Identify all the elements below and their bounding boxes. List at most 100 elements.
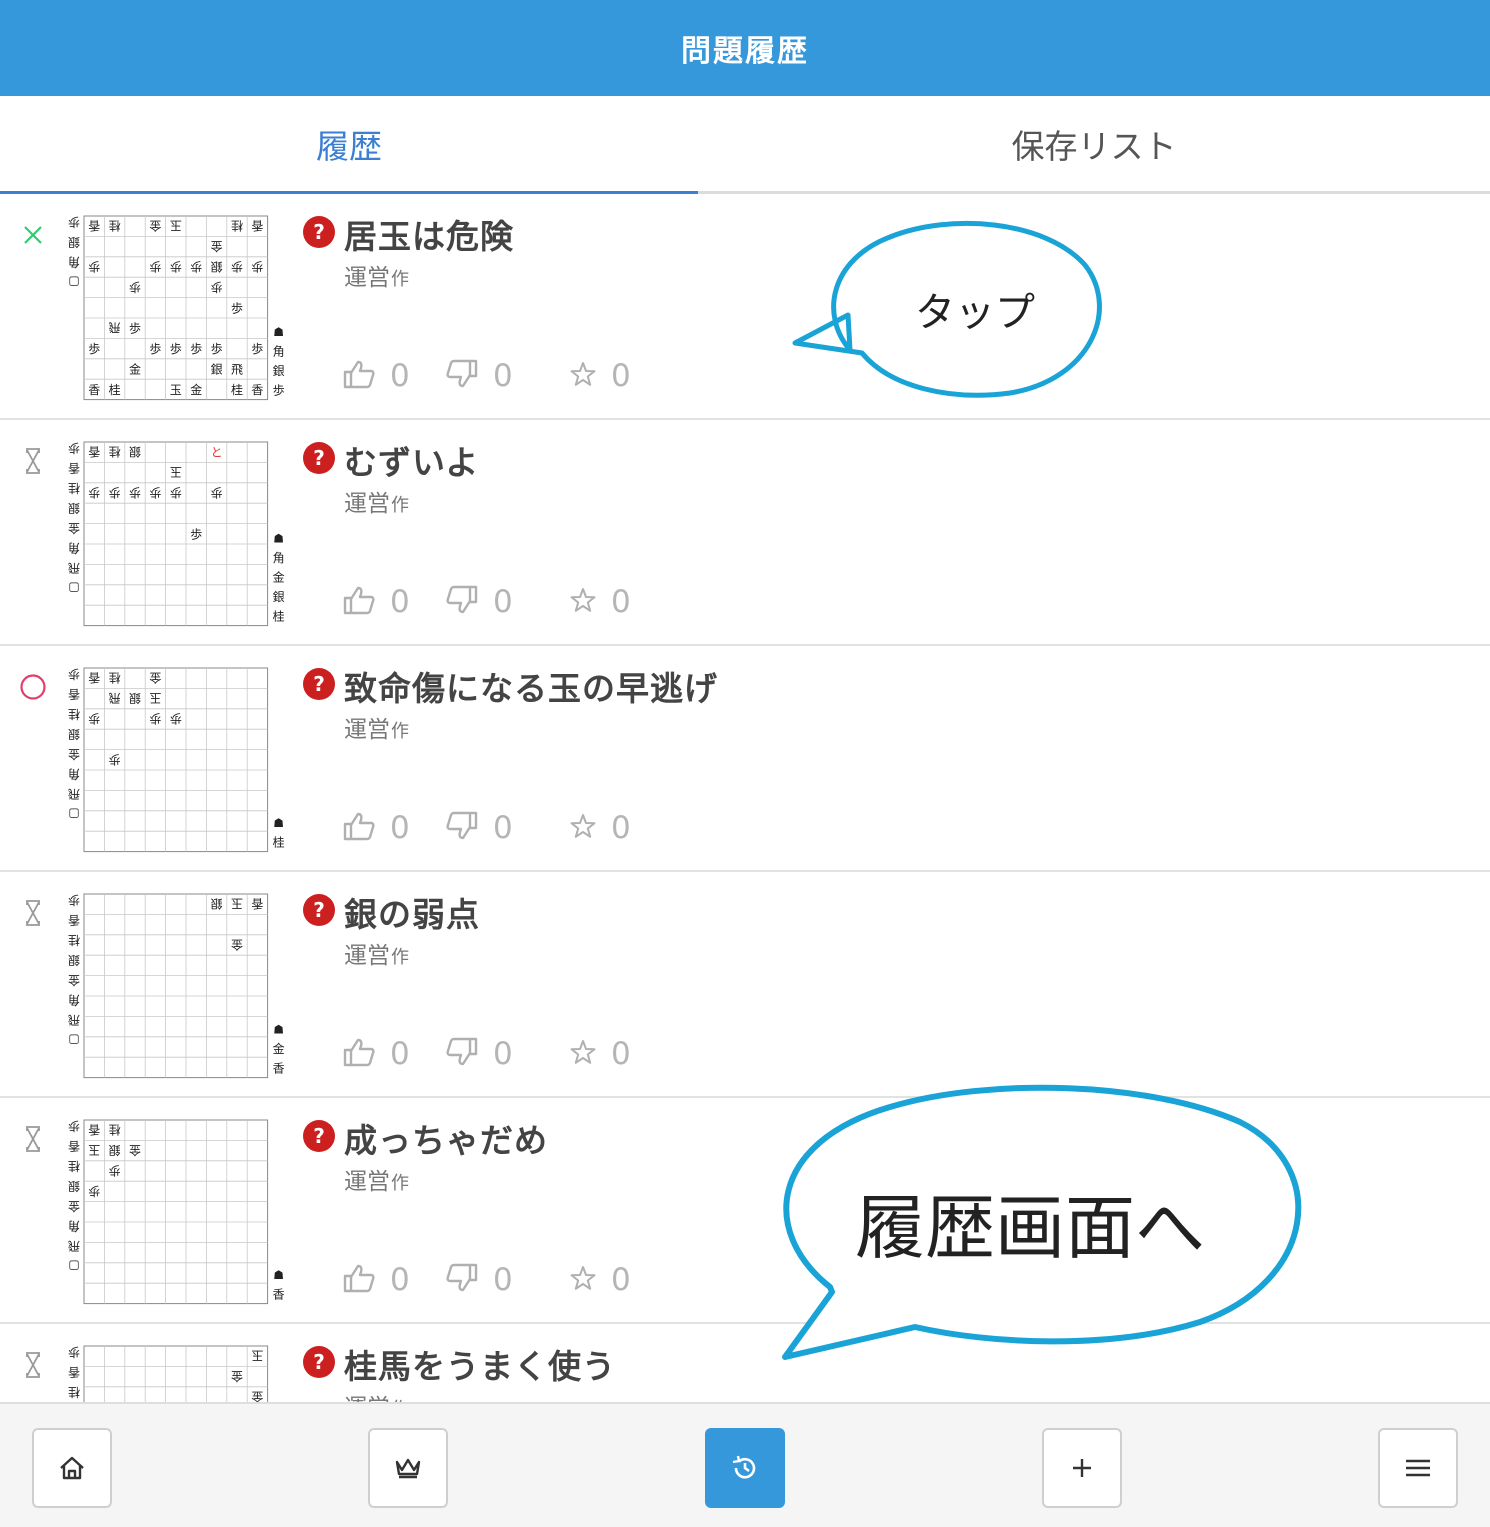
shogi-board-thumbnail: 香桂金飛銀玉歩歩歩歩歩香桂銀金角飛▢☗桂 [68, 667, 285, 853]
svg-text:金: 金 [190, 382, 202, 397]
svg-text:桂: 桂 [68, 481, 80, 496]
svg-text:歩: 歩 [231, 260, 243, 275]
svg-text:歩: 歩 [170, 341, 182, 356]
svg-text:歩: 歩 [68, 1119, 80, 1134]
thumbs-up-icon [342, 585, 376, 619]
svg-text:香: 香 [68, 1365, 80, 1379]
dislike-count: 0 [493, 358, 513, 394]
svg-text:金: 金 [231, 938, 243, 953]
like-count: 0 [390, 358, 410, 394]
svg-text:金: 金 [129, 362, 141, 377]
problem-item[interactable]: 香桂銀玉歩歩歩歩歩歩歩と歩香桂銀金角飛 ▢ ☗ 角金銀桂 ? むずいよ 運営作 0 0… [0, 420, 1490, 646]
svg-text:歩: 歩 [149, 712, 161, 727]
problem-title: 成っちゃだめ [344, 1121, 548, 1160]
hamburger-icon [1406, 1459, 1430, 1477]
svg-text:香: 香 [68, 913, 80, 927]
svg-text:角: 角 [68, 767, 80, 781]
tap-callout-label: タップ [915, 290, 1035, 336]
thumbs-up-icon [342, 1037, 376, 1071]
thumbs-up-icon [342, 359, 376, 393]
problem-item[interactable]: 香桂金飛銀玉歩歩歩歩歩香桂銀金角飛 ▢ ☗ 桂 ? 致命傷になる玉の早逃げ 運営作 0… [0, 646, 1490, 872]
problem-author: 運営作 [344, 717, 409, 743]
hourglass-icon [18, 1348, 48, 1382]
svg-text:銀: 銀 [109, 1143, 121, 1157]
svg-text:飛: 飛 [68, 561, 80, 575]
tab-history[interactable]: 履歴 [0, 96, 698, 194]
problem-item[interactable]: 銀玉香金歩香桂銀金角飛 ▢ ☗ 金香 ? 銀の弱点 運営作 0 0 0 [0, 872, 1490, 1098]
thumbs-down-icon [445, 811, 479, 845]
svg-text:金: 金 [273, 570, 285, 585]
favorite-count: 0 [611, 1036, 631, 1072]
history-callout-label: 履歴画面へ [855, 1187, 1205, 1269]
svg-text:桂: 桂 [68, 1159, 80, 1174]
nav-ranking-button[interactable] [368, 1428, 448, 1508]
svg-text:角: 角 [68, 541, 80, 555]
svg-text:桂: 桂 [273, 609, 285, 624]
svg-text:飛: 飛 [109, 691, 121, 705]
thumbs-down-icon [445, 585, 479, 619]
svg-text:銀: 銀 [273, 590, 285, 604]
svg-text:金: 金 [68, 747, 80, 762]
shogi-board-thumbnail: 香桂金玉桂香金歩歩歩歩銀歩歩歩 歩飛歩歩歩歩歩歩歩歩金銀飛香桂玉金桂香歩銀角▢☗角… [68, 215, 285, 401]
svg-text:玉: 玉 [170, 465, 182, 479]
favorite-count: 0 [611, 584, 631, 620]
svg-text:歩: 歩 [251, 341, 263, 356]
svg-text:歩: 歩 [109, 1164, 121, 1179]
svg-text:歩: 歩 [170, 712, 182, 727]
svg-text:香: 香 [88, 219, 100, 233]
problem-stats: 0 0 0 [342, 582, 631, 622]
question-icon: ? [303, 894, 335, 926]
dislike-count: 0 [493, 584, 513, 620]
like-count: 0 [390, 1036, 410, 1072]
problem-stats: 0 0 0 [342, 1260, 631, 1300]
svg-text:角: 角 [68, 255, 80, 269]
svg-text:☗: ☗ [273, 532, 284, 546]
problem-title: 居玉は危険 [344, 217, 514, 256]
svg-text:歩: 歩 [88, 712, 100, 727]
svg-text:歩: 歩 [251, 260, 263, 275]
question-icon: ? [303, 442, 335, 474]
correct-circle-icon [18, 670, 48, 704]
svg-text:桂: 桂 [231, 382, 243, 397]
tab-saved-list[interactable]: 保存リスト [698, 96, 1490, 191]
star-icon [569, 812, 597, 844]
nav-history-button[interactable] [705, 1428, 785, 1508]
crown-icon [395, 1458, 421, 1479]
star-icon [569, 1264, 597, 1296]
svg-text:歩: 歩 [190, 260, 202, 275]
history-icon [732, 1455, 756, 1479]
svg-text:桂: 桂 [273, 835, 285, 850]
problem-stats: 0 0 0 [342, 808, 631, 848]
nav-add-button[interactable] [1042, 1428, 1122, 1508]
svg-text:桂: 桂 [109, 445, 121, 460]
svg-text:香: 香 [68, 1139, 80, 1153]
svg-text:銀: 銀 [68, 1179, 80, 1193]
dislike-count: 0 [493, 810, 513, 846]
svg-text:玉: 玉 [251, 1349, 263, 1363]
svg-text:歩: 歩 [190, 341, 202, 356]
nav-home-button[interactable] [32, 1428, 112, 1508]
svg-text:☗: ☗ [273, 1023, 284, 1037]
shogi-board-thumbnail: 香桂玉銀金歩歩歩香桂銀金角飛▢☗香 [68, 1119, 285, 1305]
svg-text:香: 香 [251, 897, 263, 911]
tab-bar: 履歴 保存リスト [0, 96, 1490, 194]
nav-menu-button[interactable] [1378, 1428, 1458, 1508]
svg-text:香: 香 [251, 219, 263, 233]
svg-text:金: 金 [129, 1143, 141, 1158]
svg-text:香: 香 [88, 445, 100, 459]
svg-text:歩: 歩 [149, 341, 161, 356]
svg-text:歩: 歩 [109, 752, 121, 767]
problem-item[interactable]: 香桂金玉桂香金歩歩歩歩銀歩歩歩歩飛歩歩歩歩歩歩歩歩金銀飛香桂玉金桂香歩銀角 ▢ ☗ 角… [0, 194, 1490, 420]
svg-text:飛: 飛 [68, 787, 80, 801]
svg-text:歩: 歩 [88, 1184, 100, 1199]
home-icon [60, 1456, 84, 1480]
svg-text:歩: 歩 [273, 383, 285, 398]
svg-text:銀: 銀 [273, 364, 285, 378]
hourglass-icon [18, 896, 48, 930]
svg-text:金: 金 [149, 219, 161, 234]
svg-text:香: 香 [273, 1288, 285, 1302]
svg-text:歩: 歩 [129, 280, 141, 295]
problem-author: 運営作 [344, 1388, 409, 1402]
svg-text:玉: 玉 [149, 691, 161, 705]
svg-text:香: 香 [68, 687, 80, 701]
